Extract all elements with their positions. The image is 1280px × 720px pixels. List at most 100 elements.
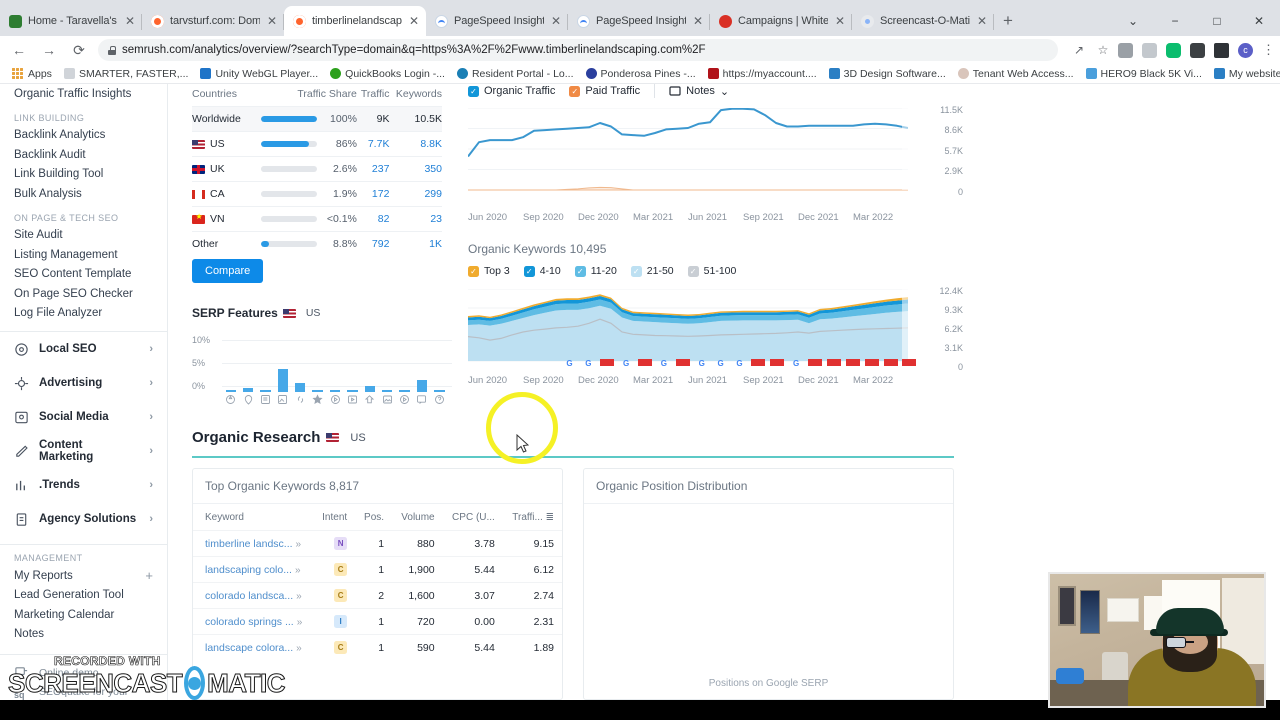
bookmark-item[interactable]: https://myaccount.... [702,68,823,80]
bookmark-item[interactable]: SMARTER, FASTER,... [58,68,195,80]
legend-top-3[interactable]: ✓ Top 3 [468,265,510,277]
browser-tab-1[interactable]: tarvsturf.com: Domain Overview ✕ [142,6,284,36]
google-update-marker[interactable]: G [787,359,806,371]
forward-icon[interactable]: → [38,39,60,61]
semrush-sensor-marker[interactable] [768,359,787,371]
tab-close-icon[interactable]: ✕ [550,14,562,28]
legend-paid-traffic[interactable]: ✓ Paid Traffic [569,85,640,97]
traffic-link[interactable]: 82 [378,213,390,225]
maximize-button[interactable]: □ [1196,6,1238,36]
table-row[interactable]: Other 8.8% 792 1K [192,231,442,256]
sidebar-item-listing-management[interactable]: Listing Management [0,245,167,265]
bookmark-item[interactable]: Tenant Web Access... [952,68,1080,80]
sidebar-item-backlink-audit[interactable]: Backlink Audit [0,145,167,165]
semrush-sensor-marker[interactable] [900,359,919,371]
sidebar-item-backlink-analytics[interactable]: Backlink Analytics [0,126,167,146]
sidebar-item-trends[interactable]: .Trends › [0,468,167,502]
sidebar-item-notes[interactable]: Notes [0,625,167,645]
col-intent[interactable]: Intent [313,504,355,531]
sidebar-item-site-audit[interactable]: Site Audit [0,226,167,246]
sidebar-item-content-marketing[interactable]: Content Marketing › [0,434,167,468]
sidebar-item-seo-content-template[interactable]: SEO Content Template [0,265,167,285]
sidebar-item-marketing-calendar[interactable]: Marketing Calendar [0,605,167,625]
keyword-link[interactable]: timberline landsc... [205,538,293,550]
bookmark-item[interactable]: Resident Portal - Lo... [451,68,580,80]
keyword-link[interactable]: landscaping colo... [205,564,292,576]
star-icon[interactable]: ☆ [1096,43,1110,57]
keywords-link[interactable]: 299 [424,188,442,200]
google-update-marker[interactable]: G [560,359,579,371]
expand-icon[interactable]: » [296,539,302,550]
table-row[interactable]: colorado springs ...» I 1 720 0.00 2.31 [193,608,562,635]
green-shield-icon[interactable] [1166,42,1181,58]
back-icon[interactable]: ← [8,39,30,61]
expand-icon[interactable]: » [297,617,303,628]
keyword-link[interactable]: landscape colora... [205,642,293,654]
semrush-sensor-marker[interactable] [636,359,655,371]
google-update-marker[interactable]: G [730,359,749,371]
google-update-marker[interactable]: G [579,359,598,371]
avatar[interactable]: c [1238,42,1253,58]
table-row[interactable]: colorado landsca...» C 2 1,600 3.07 2.74 [193,582,562,609]
moz-extension-icon[interactable] [1118,42,1133,58]
sidebar-item-local-seo[interactable]: Local SEO › [0,332,167,366]
serp-bar[interactable] [399,390,410,392]
tab-close-icon[interactable]: ✕ [692,14,704,28]
serp-bar[interactable] [225,390,236,392]
col-pos[interactable]: Pos. [355,504,392,531]
sidebar-item-agency-solutions[interactable]: Agency Solutions › [0,502,167,536]
table-row[interactable]: timberline landsc...» N 1 880 3.78 9.15 [193,530,562,557]
serp-bar[interactable] [295,382,306,392]
google-update-marker[interactable]: G [692,359,711,371]
google-update-marker[interactable]: G [711,359,730,371]
browser-tab-3[interactable]: PageSpeed Insights ✕ [426,6,568,36]
close-window-button[interactable]: ✕ [1238,6,1280,36]
keywords-link[interactable]: 350 [424,163,442,175]
serp-bar[interactable] [242,387,254,392]
chrome-menu-icon[interactable]: ⋮ [1262,43,1275,56]
sidebar-item-organic-traffic-insights[interactable]: Organic Traffic Insights [0,84,167,104]
bookmark-item[interactable]: Unity WebGL Player... [194,68,324,80]
semrush-sensor-marker[interactable] [843,359,862,371]
sidebar-item-bulk-analysis[interactable]: Bulk Analysis [0,184,167,204]
sidebar-icon[interactable] [1214,42,1229,58]
bookmark-item[interactable]: HERO9 Black 5K Vi... [1080,68,1208,80]
puzzle-icon[interactable] [1190,42,1205,58]
traffic-link[interactable]: 237 [372,163,390,175]
semrush-sensor-marker[interactable] [749,359,768,371]
tab-close-icon[interactable]: ✕ [976,14,988,28]
table-row[interactable]: US 86% 7.7K 8.8K [192,131,442,157]
table-row[interactable]: UK 2.6% 237 350 [192,156,442,182]
semrush-sensor-marker[interactable] [806,359,825,371]
keyword-link[interactable]: colorado landsca... [205,590,293,602]
bookmark-apps[interactable]: Apps [6,67,58,80]
notes-dropdown[interactable]: Notes ⌄ [669,85,729,98]
keywords-link[interactable]: 1K [429,238,442,250]
legend-11-20[interactable]: ✓ 11-20 [574,265,617,277]
legend-21-50[interactable]: ✓ 21-50 [630,265,674,277]
sort-icon[interactable]: ≣ [546,512,554,523]
sidebar-item-advertising[interactable]: Advertising › [0,366,167,400]
serp-bar[interactable] [312,390,323,392]
serp-bar[interactable] [382,390,393,392]
serp-bar[interactable] [416,380,428,392]
tab-close-icon[interactable]: ✕ [124,14,136,28]
google-update-marker[interactable]: G [654,359,673,371]
reload-icon[interactable]: ⟳ [68,39,90,61]
sidebar-item-on-page-seo-checker[interactable]: On Page SEO Checker [0,284,167,304]
semrush-sensor-marker[interactable] [673,359,692,371]
serp-bar[interactable] [329,390,341,392]
expand-icon[interactable]: » [296,643,302,654]
tab-close-icon[interactable]: ✕ [834,14,846,28]
expand-icon[interactable]: » [295,565,301,576]
table-row[interactable]: CA 1.9% 172 299 [192,181,442,207]
serp-bar[interactable] [260,390,271,392]
serp-bar[interactable] [347,390,358,392]
semrush-sensor-marker[interactable] [862,359,881,371]
new-tab-button[interactable]: + [994,6,1022,36]
sidebar-item-online-demo[interactable]: Online demo [0,663,167,682]
serp-bar[interactable] [364,386,376,392]
profile-chevron-icon[interactable]: ⌄ [1112,6,1154,36]
col-volume[interactable]: Volume [392,504,443,531]
keywords-link[interactable]: 8.8K [420,138,442,150]
